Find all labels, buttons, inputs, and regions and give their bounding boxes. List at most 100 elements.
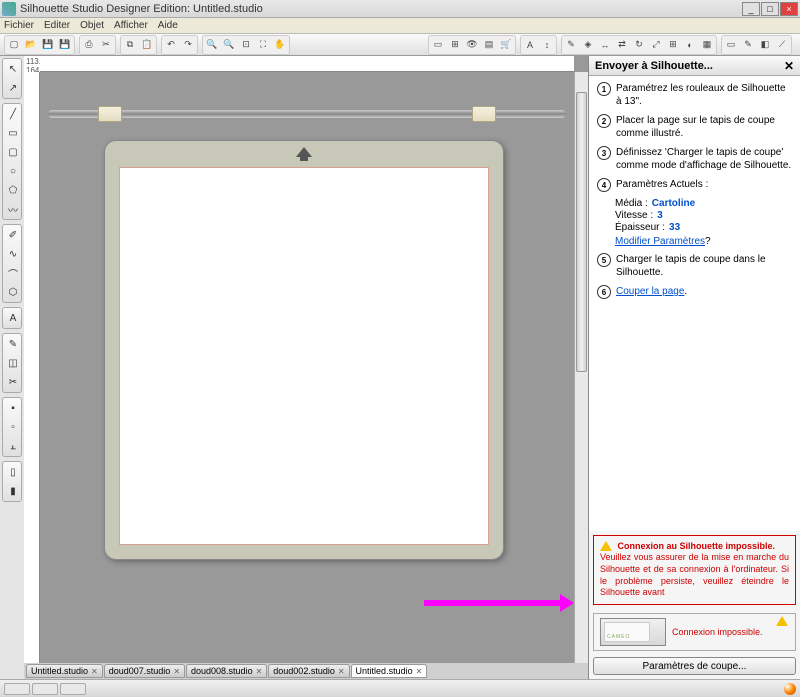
scale-icon[interactable]: ⤢	[648, 37, 664, 53]
select-icon[interactable]: ▭	[430, 37, 446, 53]
grid-icon[interactable]: ▦	[699, 37, 715, 53]
store-icon[interactable]: 🛒	[498, 37, 514, 53]
tab-0[interactable]: Untitled.studio✕	[26, 664, 103, 678]
cut-icon[interactable]: ✂	[98, 37, 114, 53]
regmark-icon[interactable]: ⊞	[447, 37, 463, 53]
window-title: Silhouette Studio Designer Edition: Unti…	[20, 3, 742, 15]
ellipse-tool-icon[interactable]: ○	[4, 162, 22, 180]
replicate-icon[interactable]: ⊞	[665, 37, 681, 53]
cut-settings-button[interactable]: Paramètres de coupe...	[593, 657, 796, 675]
pan-icon[interactable]: ✋	[272, 37, 288, 53]
text-style-icon[interactable]: ↕	[539, 37, 555, 53]
arc-tool-icon[interactable]: ⌒	[4, 264, 22, 282]
polygon-tool-icon[interactable]: ⬠	[4, 181, 22, 199]
ruler-tool-icon[interactable]: ⫠	[4, 437, 22, 455]
titlebar: Silhouette Studio Designer Edition: Unti…	[0, 0, 800, 18]
roller-bar	[48, 106, 566, 122]
step-1-num: 1	[597, 82, 611, 96]
device-status-box: Connexion impossible.	[593, 613, 796, 651]
step-2-num: 2	[597, 114, 611, 128]
tab-4[interactable]: Untitled.studio✕	[351, 664, 428, 678]
text-icon[interactable]: A	[522, 37, 538, 53]
status-seg-3[interactable]	[60, 683, 86, 695]
tab-close-icon[interactable]: ✕	[338, 667, 345, 676]
modify-icon[interactable]: ◐	[682, 37, 698, 53]
text-tool-icon[interactable]: A	[4, 309, 22, 327]
page-setup-icon[interactable]: ▭	[723, 37, 739, 53]
tab-close-icon[interactable]: ✕	[416, 667, 423, 676]
scrollbar-vertical[interactable]	[574, 72, 588, 665]
redo-icon[interactable]: ↷	[180, 37, 196, 53]
line-style-icon[interactable]: ✎	[740, 37, 756, 53]
line-tool-icon[interactable]: ╱	[4, 105, 22, 123]
edit-points-icon[interactable]: ↗	[4, 79, 22, 97]
menu-object[interactable]: Objet	[80, 20, 104, 31]
trace-icon[interactable]: ✎	[563, 37, 579, 53]
print-icon[interactable]: ⎙	[81, 37, 97, 53]
zoom-in-icon[interactable]: 🔍	[204, 37, 220, 53]
status-seg-1[interactable]	[4, 683, 30, 695]
maximize-button[interactable]: □	[761, 2, 779, 16]
annotation-arrow	[424, 597, 574, 609]
undo-icon[interactable]: ↶	[163, 37, 179, 53]
copy-icon[interactable]: ⧉	[122, 37, 138, 53]
align-icon[interactable]: ↔	[597, 37, 613, 53]
modify-params-link[interactable]: Modifier Paramètres	[615, 236, 705, 247]
minimize-button[interactable]: _	[742, 2, 760, 16]
menu-file[interactable]: Fichier	[4, 20, 34, 31]
rrect-tool-icon[interactable]: ▢	[4, 143, 22, 161]
menu-help[interactable]: Aide	[158, 20, 178, 31]
status-orb-icon	[784, 683, 796, 695]
step-5-num: 5	[597, 253, 611, 267]
status-seg-2[interactable]	[32, 683, 58, 695]
cut-page-link[interactable]: Couper la page	[616, 286, 684, 297]
page[interactable]	[119, 167, 489, 545]
tab-1[interactable]: doud007.studio✕	[104, 664, 185, 678]
curve-tool-icon[interactable]: 〰	[4, 200, 22, 218]
select-tool-icon[interactable]: ↖	[4, 60, 22, 78]
preview-icon[interactable]: 👁	[464, 37, 480, 53]
close-button[interactable]: ×	[780, 2, 798, 16]
step-5-text: Charger le tapis de coupe dans le Silhou…	[616, 253, 792, 279]
mirror-icon[interactable]: ⇄	[614, 37, 630, 53]
freehand-tool-icon[interactable]: ✐	[4, 226, 22, 244]
smooth-tool-icon[interactable]: ∿	[4, 245, 22, 263]
draw-note-icon[interactable]: ✎	[4, 335, 22, 353]
eraser-tool-icon[interactable]: ◫	[4, 354, 22, 372]
library-icon[interactable]: ▤	[481, 37, 497, 53]
move-front-icon[interactable]: ▮	[4, 482, 22, 500]
rotate-icon[interactable]: ↻	[631, 37, 647, 53]
warning-title: Connexion au Silhouette impossible.	[618, 541, 776, 551]
app-icon	[2, 2, 16, 16]
scroll-thumb-vertical[interactable]	[576, 92, 587, 372]
rect-tool-icon[interactable]: ▭	[4, 124, 22, 142]
menu-view[interactable]: Afficher	[114, 20, 148, 31]
spacer-icon[interactable]: ▫	[4, 418, 22, 436]
tab-3[interactable]: doud002.studio✕	[268, 664, 349, 678]
tab-2[interactable]: doud008.studio✕	[186, 664, 267, 678]
tab-close-icon[interactable]: ✕	[91, 667, 98, 676]
roller-right	[472, 106, 496, 122]
zoom-select-icon[interactable]: ⊡	[238, 37, 254, 53]
move-back-icon[interactable]: ▯	[4, 463, 22, 481]
open-icon[interactable]: 📂	[23, 37, 39, 53]
cut-style-icon[interactable]: ⟋	[774, 37, 790, 53]
media-label: Média :	[615, 198, 648, 209]
save-as-icon[interactable]: 💾	[57, 37, 73, 53]
panel-close-icon[interactable]: ✕	[784, 59, 794, 73]
zoom-out-icon[interactable]: 🔍	[221, 37, 237, 53]
eyedrop-icon[interactable]: ▪	[4, 399, 22, 417]
offset-icon[interactable]: ◈	[580, 37, 596, 53]
menu-edit[interactable]: Editer	[44, 20, 70, 31]
tab-close-icon[interactable]: ✕	[173, 667, 180, 676]
save-icon[interactable]: 💾	[40, 37, 56, 53]
knife-tool-icon[interactable]: ✂	[4, 373, 22, 391]
fill-icon[interactable]: ◧	[757, 37, 773, 53]
left-toolbar: ↖ ↗ ╱ ▭ ▢ ○ ⬠ 〰 ✐ ∿ ⌒ ⬡ A ✎ ◫ ✂ ▪ ▫ ⫠	[0, 56, 24, 679]
canvas[interactable]	[40, 72, 574, 665]
tab-close-icon[interactable]: ✕	[256, 667, 263, 676]
zoom-fit-icon[interactable]: ⛶	[255, 37, 271, 53]
new-icon[interactable]: ▢	[6, 37, 22, 53]
regpoly-tool-icon[interactable]: ⬡	[4, 283, 22, 301]
paste-icon[interactable]: 📋	[139, 37, 155, 53]
